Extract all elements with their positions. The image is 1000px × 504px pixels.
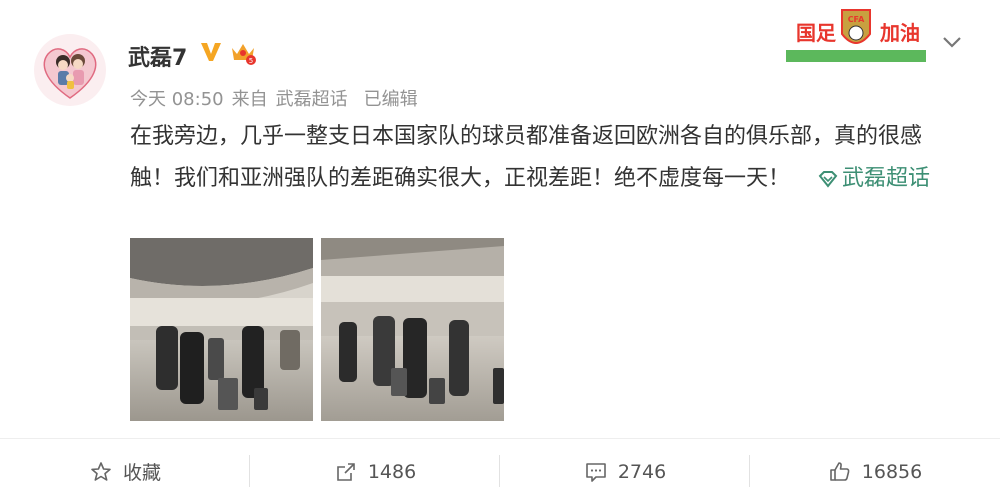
- post-photo-2[interactable]: [321, 238, 504, 421]
- source-link[interactable]: 武磊超话: [276, 89, 348, 110]
- supertopic-diamond-icon[interactable]: [818, 161, 838, 203]
- like-count: 16856: [861, 460, 923, 483]
- favorite-label: 收藏: [122, 462, 161, 484]
- verified-badge-icon: [198, 38, 224, 68]
- crown-vip-icon[interactable]: 5: [229, 40, 257, 70]
- repost-count: 1486: [367, 460, 417, 483]
- post-content: 在我旁边，几乎一整支日本国家队的球员都准备返回欧洲各自的俱乐部，真的很感触！我们…: [130, 116, 960, 203]
- banner-left-text: 国足: [796, 21, 837, 45]
- repost-icon: [337, 462, 355, 481]
- banner-emblem-text: CFA: [848, 15, 865, 24]
- repost-button[interactable]: 1486: [250, 439, 500, 504]
- star-icon: [91, 461, 111, 481]
- comment-count: 2746: [617, 460, 667, 483]
- edited-label[interactable]: 已编辑: [364, 89, 418, 110]
- svg-text:5: 5: [249, 57, 253, 65]
- thumbs-up-icon: [829, 461, 850, 481]
- post-time: 今天 08:50: [130, 89, 224, 110]
- avatar[interactable]: [34, 34, 106, 106]
- post-meta: 今天 08:50 来自 武磊超话 已编辑: [130, 85, 426, 111]
- banner-right-text: 加油: [879, 21, 920, 45]
- family-cartoon-avatar-icon: [43, 48, 97, 99]
- post-text: 在我旁边，几乎一整支日本国家队的球员都准备返回欧洲各自的俱乐部，真的很感触！我们…: [130, 124, 923, 191]
- national-team-banner[interactable]: 国足 加油 CFA: [782, 4, 930, 64]
- action-bar: 收藏 1486 2746 16856: [0, 438, 1000, 504]
- source-prefix: 来自: [231, 89, 268, 110]
- favorite-button[interactable]: 收藏: [0, 439, 250, 504]
- topic-link[interactable]: 武磊超话: [842, 166, 930, 191]
- comment-button[interactable]: 2746: [500, 439, 750, 504]
- comment-icon: [586, 462, 606, 482]
- chevron-down-icon[interactable]: [940, 30, 964, 58]
- post-photo-1[interactable]: [130, 238, 313, 421]
- author-name[interactable]: 武磊7: [128, 40, 187, 72]
- like-button[interactable]: 16856: [750, 439, 1000, 504]
